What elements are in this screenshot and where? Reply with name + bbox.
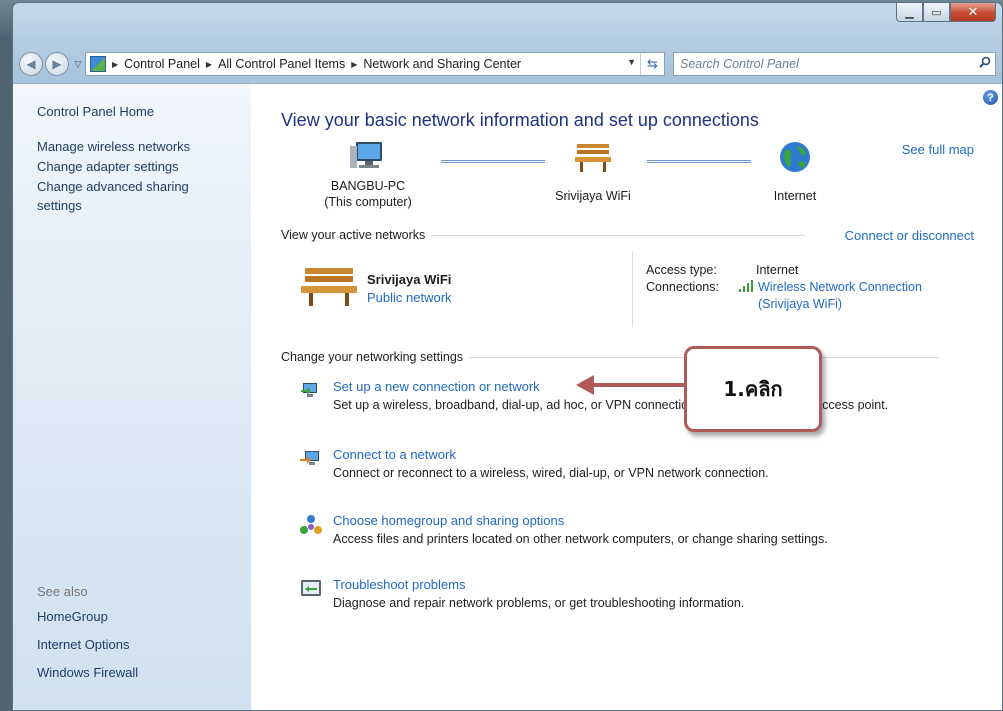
access-type-label: Access type:: [646, 263, 717, 277]
chevron-right-icon[interactable]: ▶: [351, 60, 357, 69]
see-also-homegroup[interactable]: HomeGroup: [37, 607, 138, 626]
divider: [632, 251, 633, 327]
see-also-section: See also HomeGroup Internet Options Wind…: [37, 584, 138, 691]
close-button[interactable]: ✕: [950, 3, 996, 22]
homegroup-icon: [300, 515, 322, 534]
homegroup-sharing-link[interactable]: Choose homegroup and sharing options: [333, 512, 828, 530]
chevron-right-icon[interactable]: ▶: [206, 60, 212, 69]
active-network: Srivijaya WiFi Public network: [299, 264, 452, 308]
search-icon[interactable]: [979, 56, 991, 68]
active-networks-header: View your active networks: [281, 228, 806, 242]
refresh-icon[interactable]: ⇆: [640, 53, 664, 75]
wireless-connection-ssid[interactable]: (Srivijaya WiFi): [758, 296, 922, 313]
recent-pages-dropdown[interactable]: ▽: [71, 59, 85, 70]
troubleshoot-problems-desc: Diagnose and repair network problems, or…: [333, 596, 745, 610]
map-internet-label: Internet: [773, 189, 817, 203]
search-placeholder: Search Control Panel: [680, 57, 799, 71]
help-icon[interactable]: ?: [983, 90, 998, 105]
connect-to-network-desc: Connect or reconnect to a wireless, wire…: [333, 466, 769, 480]
bench-network-icon: [301, 268, 357, 306]
chevron-right-icon[interactable]: ▶: [112, 60, 118, 69]
computer-name: BANGBU-PC: [330, 179, 406, 193]
annotation-callout: 1.คลิก: [684, 346, 822, 432]
map-node-network[interactable]: Srivijaya WiFi: [533, 140, 653, 204]
see-also-title: See also: [37, 584, 88, 599]
forward-button[interactable]: ▶: [45, 52, 69, 76]
see-also-internet-options[interactable]: Internet Options: [37, 635, 138, 654]
sidebar-control-panel-home[interactable]: Control Panel Home: [37, 102, 251, 121]
troubleshoot-problems-link[interactable]: Troubleshoot problems: [333, 576, 744, 594]
new-connection-icon: [301, 383, 317, 397]
map-connector: [441, 160, 545, 163]
task-troubleshoot: Troubleshoot problems Diagnose and repai…: [299, 576, 744, 612]
back-button[interactable]: ◀: [19, 52, 43, 76]
connect-to-network-link[interactable]: Connect to a network: [333, 446, 769, 464]
connect-network-icon: [300, 451, 319, 465]
active-network-name: Srivijaya WiFi: [367, 272, 452, 287]
sidebar-change-adapter-settings[interactable]: Change adapter settings: [37, 157, 251, 176]
map-node-computer[interactable]: BANGBU-PC (This computer): [313, 140, 423, 210]
wifi-signal-icon: [739, 280, 753, 292]
window-controls: ▁ ▭ ✕: [896, 3, 996, 22]
connections-label: Connections:: [646, 280, 719, 294]
wireless-connection-link[interactable]: Wireless Network Connection: [758, 279, 922, 296]
map-network-name: Srivijaya WiFi: [555, 189, 631, 203]
computer-subtitle: (This computer): [324, 195, 412, 209]
globe-icon: [780, 142, 810, 172]
sidebar-change-advanced-sharing[interactable]: Change advanced sharing settings: [37, 177, 217, 215]
bench-network-icon: [575, 144, 611, 172]
address-bar[interactable]: ▶ Control Panel ▶ All Control Panel Item…: [85, 52, 665, 76]
troubleshoot-icon: [301, 580, 321, 596]
map-connector: [647, 160, 751, 163]
breadcrumb-control-panel[interactable]: Control Panel: [124, 57, 200, 71]
access-type-value: Internet: [756, 263, 799, 277]
task-homegroup: Choose homegroup and sharing options Acc…: [299, 512, 828, 548]
computer-icon: [350, 142, 382, 168]
network-and-sharing-center-window: ▁ ▭ ✕ ◀ ▶ ▽ ▶ Control Panel ▶ All Contro…: [12, 2, 1003, 711]
sidebar-manage-wireless-networks[interactable]: Manage wireless networks: [37, 137, 251, 156]
see-full-map-link[interactable]: See full map: [902, 142, 974, 157]
task-connect-network: Connect to a network Connect or reconnec…: [299, 446, 769, 482]
homegroup-sharing-desc: Access files and printers located on oth…: [333, 532, 828, 546]
see-also-windows-firewall[interactable]: Windows Firewall: [37, 663, 138, 682]
maximize-button[interactable]: ▭: [923, 3, 950, 22]
minimize-button[interactable]: ▁: [896, 3, 923, 22]
annotation-arrow-icon: [576, 375, 684, 395]
control-panel-icon: [90, 56, 106, 72]
networking-settings-header: Change your networking settings: [281, 350, 940, 364]
page-title: View your basic network information and …: [281, 110, 759, 130]
address-dropdown-icon[interactable]: ▼: [627, 57, 636, 67]
content-area: Control Panel Home Manage wireless netwo…: [13, 83, 1002, 710]
access-info: Access type: Internet Connections: Wirel…: [646, 262, 922, 313]
search-input[interactable]: Search Control Panel: [673, 52, 996, 76]
navigation-bar: ◀ ▶ ▽ ▶ Control Panel ▶ All Control Pane…: [19, 51, 996, 77]
sidebar: Control Panel Home Manage wireless netwo…: [13, 84, 251, 710]
annotation-label: 1.คลิก: [723, 377, 783, 401]
breadcrumb-all-items[interactable]: All Control Panel Items: [218, 57, 345, 71]
connect-or-disconnect-link[interactable]: Connect or disconnect: [845, 228, 974, 243]
map-node-internet[interactable]: Internet: [755, 140, 835, 204]
breadcrumb-network-center[interactable]: Network and Sharing Center: [363, 57, 521, 71]
network-type-link[interactable]: Public network: [367, 290, 452, 305]
